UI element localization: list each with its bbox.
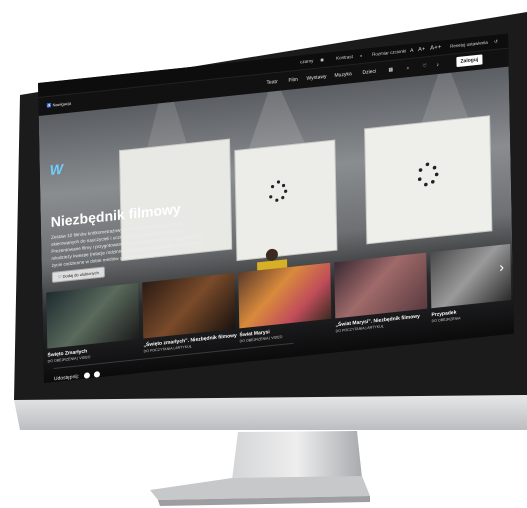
extra-label: czarny (300, 58, 314, 65)
accessibility-icon[interactable]: ♿ Nawigacja (46, 101, 71, 109)
nav-item-teatr[interactable]: Teatr (266, 79, 277, 86)
search-icon[interactable]: ⌕ (406, 65, 409, 71)
nav-item-film[interactable]: Film (288, 77, 298, 84)
eye-icon[interactable]: ◉ (320, 57, 324, 63)
monitor-scene: W Niezbędnik filmowy Zestaw 10 filmów kr… (0, 0, 527, 508)
contrast-label: Kontrast (336, 53, 353, 61)
card-thumbnail (238, 262, 332, 329)
carousel-next-icon[interactable]: › (494, 258, 508, 279)
a11y-label: Nawigacja (52, 100, 72, 108)
facebook-icon[interactable] (84, 372, 91, 379)
twitter-icon[interactable] (93, 371, 100, 378)
card-thumbnail (46, 282, 140, 349)
reset-icon[interactable]: ↺ (494, 39, 498, 45)
font-size-a-plus-plus[interactable]: A++ (430, 44, 441, 52)
bell-icon[interactable]: ♪ (436, 62, 439, 68)
nav-item-muzyka[interactable]: Muzyka (334, 71, 351, 79)
site-logo[interactable]: W (50, 161, 64, 178)
card-thumbnail (334, 252, 428, 319)
font-size-label: Rozmiar czcionki (372, 48, 407, 57)
calendar-icon[interactable]: ▦ (388, 67, 393, 73)
font-size-a-plus[interactable]: A+ (418, 46, 425, 53)
card-thumbnail (142, 272, 236, 339)
contrast-icon[interactable]: ◐ (360, 53, 363, 58)
heart-icon[interactable]: ♡ (422, 63, 427, 69)
nav-item-wystawy[interactable]: Wystawy (306, 74, 326, 82)
nav-item-dzieci[interactable]: Dzieci (362, 69, 376, 76)
hero-banner: W Niezbędnik filmowy Zestaw 10 filmów kr… (38, 65, 514, 384)
content-card[interactable]: „Świat Marysi”. Niezbędnik filmowy DO PO… (334, 252, 428, 353)
font-size-a[interactable]: A (410, 48, 413, 54)
add-to-favorites-label: Dodaj do ulubionych (62, 270, 99, 279)
login-button[interactable]: Zaloguj (456, 54, 483, 68)
website-screen: W Niezbędnik filmowy Zestaw 10 filmów kr… (38, 33, 514, 384)
reset-settings-label[interactable]: Resetuj ustawienia (450, 40, 488, 49)
